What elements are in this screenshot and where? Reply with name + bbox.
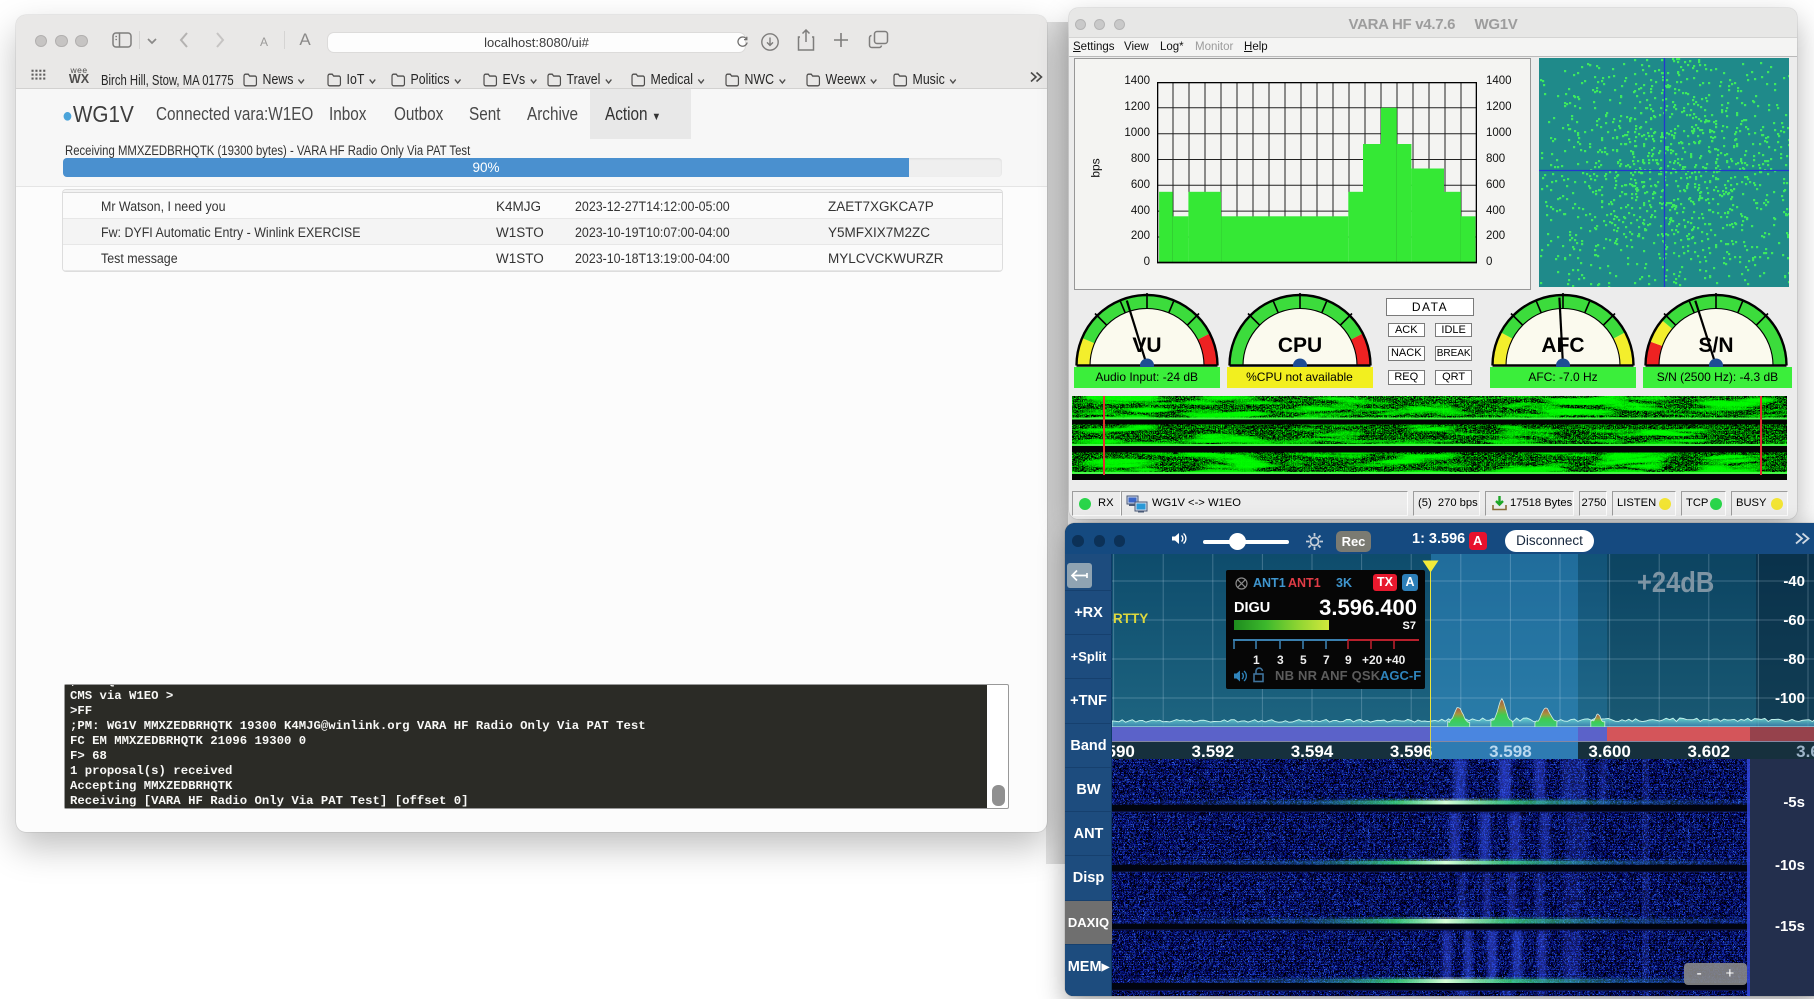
svg-text:S/N: S/N	[1698, 334, 1733, 357]
svg-text:VU: VU	[1132, 334, 1161, 357]
svg-text:CPU: CPU	[1277, 334, 1321, 357]
